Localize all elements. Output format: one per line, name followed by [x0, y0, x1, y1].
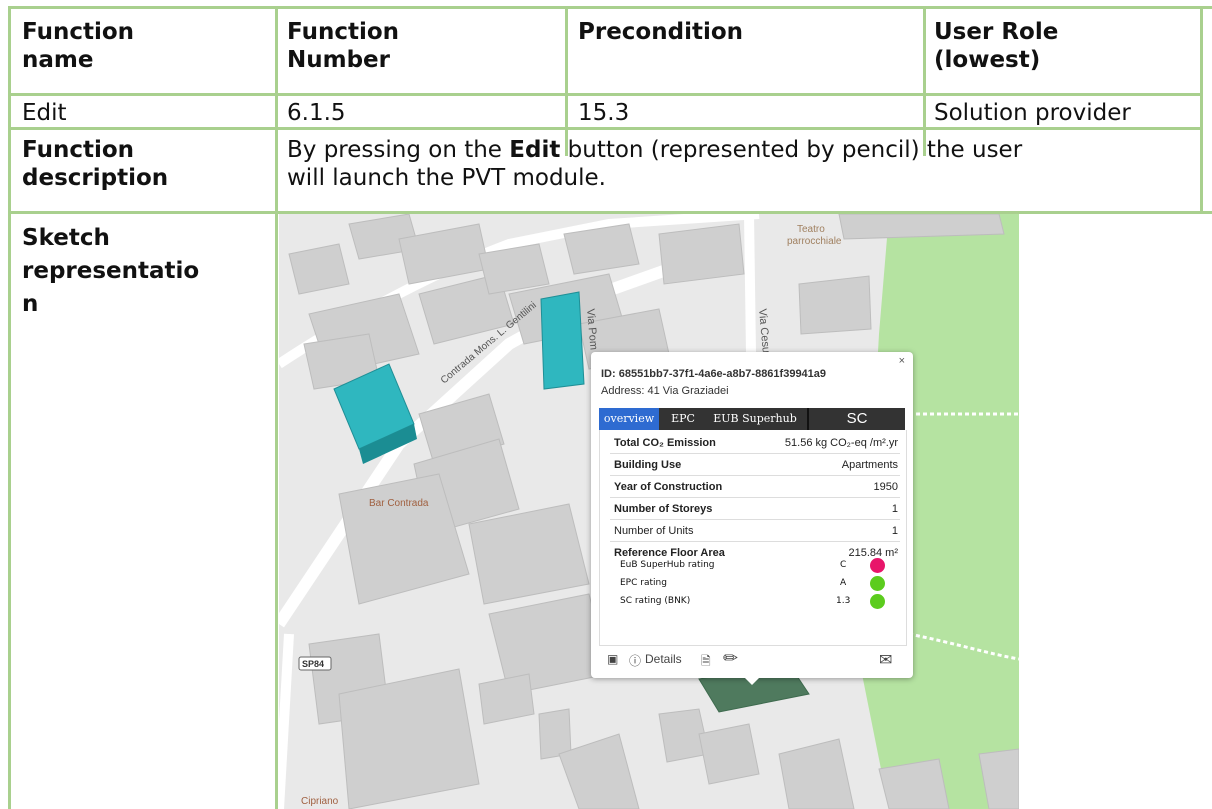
details-link[interactable]: Details: [645, 652, 682, 666]
building-id: ID: 68551bb7-37f1-4a6e-a8b7-8861f39941a9: [601, 368, 827, 380]
building-address: Address: 41 Via Graziadei: [601, 385, 729, 397]
tab-sc[interactable]: SC: [807, 408, 905, 430]
building-info-popup: × ID: 68551bb7-37f1-4a6e-a8b7-8861f39941…: [591, 352, 913, 685]
row-building-use: Building Use Apartments: [610, 456, 900, 476]
header-function-number: Function Number: [287, 19, 400, 73]
rule-col3: [923, 6, 926, 156]
poi-teatro: Teatro: [797, 224, 825, 235]
row-number-storeys: Number of Storeys 1: [610, 500, 900, 520]
rating-label-eub: EuB SuperHub rating: [620, 560, 715, 570]
street-label-via-cesu: Via Cesu: [756, 308, 772, 353]
label-function-description: Function description: [22, 137, 169, 191]
mail-icon[interactable]: ✉: [879, 650, 892, 670]
rule-row2: [8, 127, 1203, 130]
poi-parrocchiale: parrocchiale: [787, 236, 842, 247]
rating-dot-epc: [870, 576, 885, 591]
rating-value-eub: C: [840, 560, 847, 570]
rating-label-sc: SC rating (BNK): [620, 596, 691, 606]
popup-tabs: overview EPC EUB Superhub SC: [599, 408, 905, 430]
rule-col2: [565, 6, 568, 156]
label-sketch-representation: Sketch representatio n: [22, 225, 200, 317]
rule-row1: [8, 93, 1203, 96]
value-user-role: Solution provider: [934, 100, 1131, 126]
rating-value-sc: 1.3: [836, 596, 851, 606]
road-via-cesu: [744, 214, 756, 355]
rating-dot-eub: [870, 558, 885, 573]
poi-cipriano: Cipriano: [301, 796, 339, 807]
value-precondition: 15.3: [578, 100, 630, 126]
header-user-role: User Role (lowest): [934, 19, 1059, 73]
rating-dot-sc: [870, 594, 885, 609]
tab-eub-superhub[interactable]: EUB Superhub: [705, 408, 805, 430]
header-function-name: Function name: [22, 19, 135, 73]
rating-value-epc: A: [840, 578, 847, 588]
popup-toolbar: ▣ ⓘ Details 🗎 ✏ ✉: [599, 648, 905, 674]
pencil-icon[interactable]: ✏: [723, 648, 738, 669]
tab-overview[interactable]: overview: [599, 408, 659, 430]
row-year-construction: Year of Construction 1950: [610, 478, 900, 498]
selected-building-right: [540, 291, 585, 390]
close-icon[interactable]: ×: [899, 355, 905, 367]
document-icon[interactable]: 🗎: [701, 652, 711, 673]
function-description-text: By pressing on the Edit button (represen…: [287, 137, 1023, 191]
overview-panel: Total CO₂ Emission 51.56 kg CO₂-eq /m².y…: [599, 430, 907, 646]
tab-epc[interactable]: EPC: [663, 408, 703, 430]
poi-bar-contrada: Bar Contrada: [369, 498, 429, 509]
value-function-number: 6.1.5: [287, 100, 346, 126]
popup-pointer: [743, 676, 761, 685]
header-precondition: Precondition: [578, 19, 744, 45]
rating-label-epc: EPC rating: [620, 578, 667, 588]
value-function-name: Edit: [22, 100, 67, 126]
map-sketch[interactable]: Contrada Mons. L. Gentilini Via Pom Via …: [279, 214, 1019, 809]
road-label-sp84: SP84: [302, 659, 324, 669]
rule-top: [8, 6, 1212, 9]
info-icon[interactable]: ⓘ: [629, 652, 641, 669]
image-icon[interactable]: ▣: [607, 652, 618, 666]
row-number-units: Number of Units 1: [610, 522, 900, 542]
road-sp84: [279, 633, 294, 809]
row-total-co2: Total CO₂ Emission 51.56 kg CO₂-eq /m².y…: [610, 434, 900, 454]
